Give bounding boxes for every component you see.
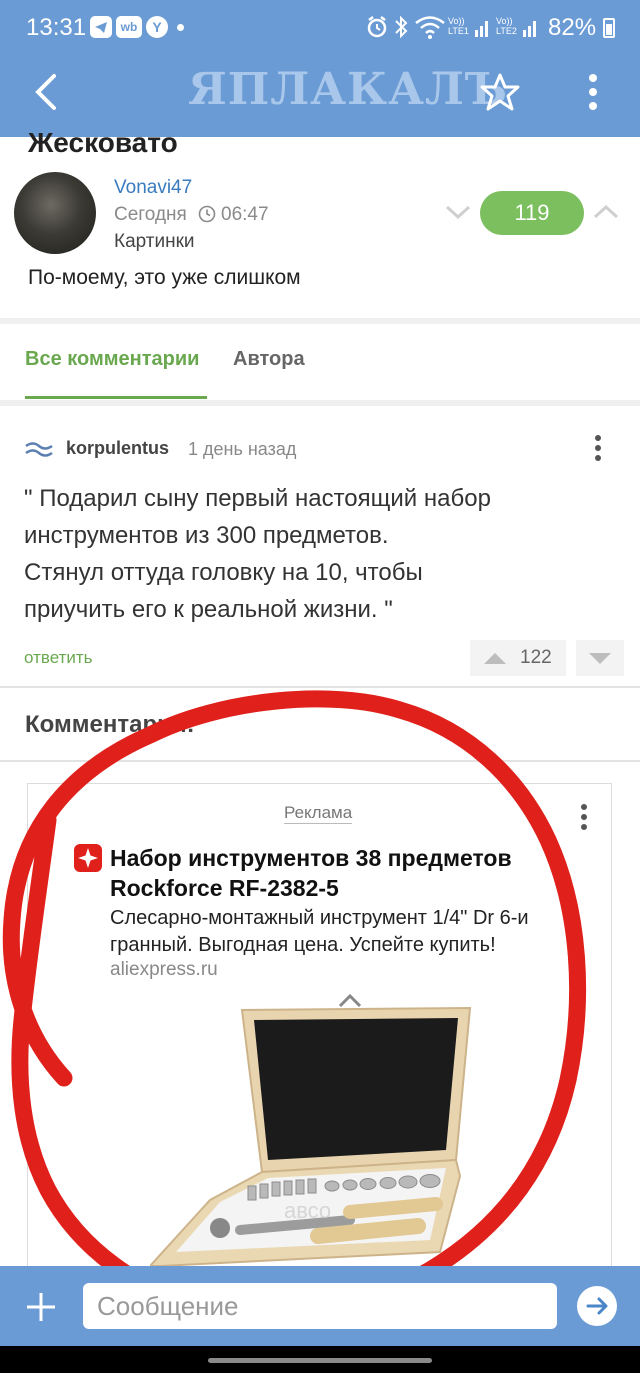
comment-menu-icon[interactable] (595, 431, 601, 465)
comment-line: " Подарил сыну первый настоящий набор (24, 485, 491, 512)
tab-active-indicator (25, 396, 207, 399)
comment-rating: 122 (520, 647, 552, 668)
comment-downvote-icon (587, 651, 613, 672)
section-divider (0, 400, 640, 406)
section-divider (0, 318, 640, 324)
compose-bar (0, 1266, 640, 1346)
comment-author[interactable]: korpulentus (66, 438, 169, 459)
send-arrow-icon (586, 1297, 608, 1315)
vote-down-icon[interactable] (444, 202, 472, 227)
avatar[interactable] (14, 172, 96, 254)
comment-line: приучить его к реальной жизни. " (24, 596, 393, 623)
status-time: 13:31 (26, 14, 87, 41)
post-author[interactable]: Vonavi47 (114, 177, 192, 199)
alarm-icon (366, 15, 388, 44)
sim1-label: Vo)) LTE1 (448, 16, 469, 36)
wildberries-icon: wb (116, 16, 142, 38)
app-logo: ЯПЛАКАЛЪ (188, 64, 508, 115)
user-avatar-icon (24, 438, 54, 465)
bluetooth-icon (393, 14, 409, 45)
wifi-icon (414, 14, 446, 45)
clock-icon (198, 205, 216, 228)
tab-author[interactable]: Автора (233, 348, 305, 371)
tab-all-comments[interactable]: Все комментарии (25, 348, 199, 371)
red-circle-annotation (2, 690, 587, 1326)
post-date: Сегодня (114, 204, 187, 225)
notification-dot-icon (177, 24, 184, 31)
comment-line: Стянул оттуда головку на 10, чтобы (24, 559, 423, 586)
vote-up-icon[interactable] (592, 202, 620, 227)
message-input[interactable] (83, 1283, 557, 1329)
post-category[interactable]: Картинки (114, 231, 195, 253)
reply-link[interactable]: ответить (24, 648, 93, 668)
post-time: 06:47 (221, 204, 269, 225)
back-arrow-icon[interactable] (30, 72, 64, 117)
system-nav-bar (0, 1346, 640, 1373)
post-text: По-моему, это уже слишком (28, 266, 301, 289)
post-rating-badge: 119 (480, 191, 584, 235)
comment-vote-box: 122 (470, 640, 566, 676)
telegram-icon (90, 16, 112, 38)
comment-time: 1 день назад (188, 439, 297, 459)
battery-percent: 82% (548, 14, 597, 41)
signal-icon (522, 16, 540, 43)
comment-downvote-button[interactable] (576, 640, 624, 676)
battery-icon (603, 18, 615, 38)
home-gesture-handle[interactable] (208, 1358, 432, 1363)
star-icon[interactable] (480, 72, 520, 117)
comment-text: " Подарил сыну первый настоящий набор ин… (24, 480, 624, 628)
send-button[interactable] (577, 1286, 617, 1326)
top-bar: 13:31 wb Y Vo)) LTE1 Vo)) LTE2 82% ЯПЛАК… (0, 0, 640, 137)
add-attachment-icon[interactable] (24, 1290, 58, 1329)
comment-upvote-icon[interactable] (482, 650, 508, 671)
sim2-label: Vo)) LTE2 (496, 16, 517, 36)
more-menu-icon[interactable] (588, 72, 598, 117)
signal-icon (474, 16, 492, 43)
post-title: Жесковато (28, 127, 178, 157)
comment-line: инструментов из 300 предметов. (24, 522, 389, 549)
yandex-icon: Y (146, 16, 168, 38)
